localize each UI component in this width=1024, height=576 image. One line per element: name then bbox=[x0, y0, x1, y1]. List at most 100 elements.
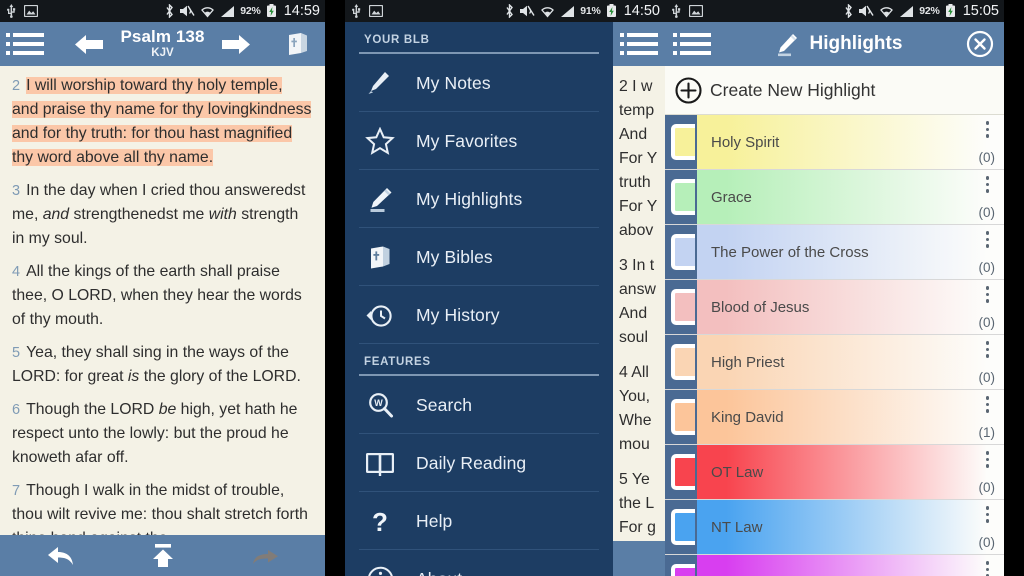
clock-3: 15:05 bbox=[962, 3, 999, 19]
sidebar-item-my-history[interactable]: My History bbox=[345, 286, 613, 344]
overflow-dots-icon[interactable] bbox=[985, 561, 989, 576]
highlight-swatch-inner bbox=[671, 564, 695, 576]
highlight-name: High Priest bbox=[711, 353, 785, 371]
verse-text: All the kings of the earth shall praise … bbox=[12, 263, 302, 328]
hamburger-icon[interactable] bbox=[620, 28, 658, 60]
next-chapter-button[interactable] bbox=[219, 30, 253, 58]
bible-version-label: KJV bbox=[151, 47, 174, 60]
overflow-dots-icon[interactable] bbox=[985, 341, 989, 358]
history-clock-icon bbox=[364, 299, 396, 331]
peek-verse-line: truth bbox=[619, 174, 651, 191]
back-button[interactable] bbox=[39, 539, 83, 573]
highlight-swatch-inner bbox=[671, 344, 695, 380]
clock-2: 14:50 bbox=[623, 3, 660, 19]
highlight-row[interactable]: The Power of the Cross (0) bbox=[665, 225, 1004, 280]
verse-list[interactable]: 2 I will worship toward thy holy temple,… bbox=[0, 66, 325, 535]
create-new-highlight-button[interactable]: Create New Highlight bbox=[665, 66, 1004, 115]
reader-bottom-toolbar bbox=[0, 535, 325, 576]
highlight-color-swatch bbox=[665, 390, 697, 444]
chapter-label-group[interactable]: Psalm 138 KJV bbox=[120, 28, 204, 60]
scroll-to-top-button[interactable] bbox=[141, 539, 185, 573]
verse-number: 5 bbox=[12, 345, 25, 361]
highlight-row[interactable]: King David (1) bbox=[665, 390, 1004, 445]
close-button[interactable] bbox=[964, 28, 996, 60]
overflow-dots-icon[interactable] bbox=[985, 286, 989, 303]
peek-verse-line: For Y bbox=[619, 198, 658, 215]
highlight-row[interactable]: NT Law (0) bbox=[665, 500, 1004, 555]
highlight-name: NT Law bbox=[711, 518, 763, 536]
mute-icon bbox=[180, 5, 195, 17]
highlight-row[interactable]: High Priest (0) bbox=[665, 335, 1004, 390]
verse[interactable]: 7 Though I walk in the midst of trouble,… bbox=[12, 479, 313, 535]
highlight-count: (0) bbox=[978, 205, 996, 220]
peek-verse-line: soul bbox=[619, 329, 648, 346]
bluetooth-icon bbox=[845, 4, 853, 18]
verse[interactable]: 6 Though the LORD be high, yet hath he r… bbox=[12, 398, 313, 470]
highlights-list[interactable]: Holy Spirit (0) Grace (0) The Power of the C… bbox=[665, 115, 1004, 576]
overflow-dots-icon[interactable] bbox=[985, 176, 989, 193]
verse[interactable]: 4 All the kings of the earth shall prais… bbox=[12, 260, 313, 332]
bluetooth-icon bbox=[506, 4, 514, 18]
status-bar-right-icons: 92% 14:59 bbox=[165, 3, 320, 19]
sidebar-item-my-favorites[interactable]: My Favorites bbox=[345, 112, 613, 170]
sidebar-item-search[interactable]: W Search bbox=[345, 376, 613, 434]
overflow-dots-icon[interactable] bbox=[985, 506, 989, 523]
prev-chapter-button[interactable] bbox=[72, 30, 106, 58]
highlight-color-swatch bbox=[665, 445, 697, 499]
hamburger-icon[interactable] bbox=[673, 28, 711, 60]
highlights-title-group: Highlights bbox=[719, 31, 956, 58]
screenshot-root: 92% 14:59 Psalm 138 KJV 2 I will worship… bbox=[0, 0, 1024, 576]
highlight-swatch-inner bbox=[671, 234, 695, 270]
overflow-dots-icon[interactable] bbox=[985, 121, 989, 138]
peek-verse-line: temp bbox=[619, 102, 655, 119]
peek-bottom-toolbar bbox=[613, 541, 665, 576]
sidebar-item-about[interactable]: About bbox=[345, 550, 613, 576]
overflow-dots-icon[interactable] bbox=[985, 451, 989, 468]
verse[interactable]: 5 Yea, they shall sing in the ways of th… bbox=[12, 341, 313, 389]
hamburger-icon[interactable] bbox=[6, 28, 44, 60]
highlight-row[interactable] bbox=[665, 555, 1004, 576]
status-bar-left-icons-3 bbox=[671, 4, 703, 18]
verse[interactable]: 2 I will worship toward thy holy temple,… bbox=[12, 74, 313, 170]
highlight-color-swatch bbox=[665, 335, 697, 389]
forward-arrow-icon bbox=[252, 549, 278, 564]
overflow-dots-icon[interactable] bbox=[985, 396, 989, 413]
sidebar-item-my-bibles[interactable]: My Bibles bbox=[345, 228, 613, 286]
signal-icon bbox=[221, 5, 235, 17]
sidebar-item-my-highlights[interactable]: My Highlights bbox=[345, 170, 613, 228]
highlight-row[interactable]: Grace (0) bbox=[665, 170, 1004, 225]
overflow-dots-icon[interactable] bbox=[985, 231, 989, 248]
verse[interactable]: 3 In the day when I cried thou answereds… bbox=[12, 179, 313, 251]
screenshot-icon bbox=[369, 5, 383, 17]
status-bar-right-icons-3: 92% 15:05 bbox=[844, 3, 999, 19]
peek-verse-line: the L bbox=[619, 495, 655, 512]
status-bar-3: 92% 15:05 bbox=[665, 0, 1004, 22]
usb-icon bbox=[672, 4, 681, 18]
sidebar-item-label: My Favorites bbox=[416, 130, 518, 151]
highlight-row[interactable]: Holy Spirit (0) bbox=[665, 115, 1004, 170]
bible-select-button[interactable] bbox=[281, 27, 315, 61]
highlight-row[interactable]: Blood of Jesus (0) bbox=[665, 280, 1004, 335]
highlight-row[interactable]: OT Law (0) bbox=[665, 445, 1004, 500]
verse-number: 3 bbox=[12, 183, 25, 199]
peek-verse-line: answ bbox=[619, 281, 656, 298]
peek-header bbox=[613, 22, 665, 66]
forward-button-disabled[interactable] bbox=[243, 539, 287, 573]
sidebar-item-my-notes[interactable]: My Notes bbox=[345, 54, 613, 112]
peek-verse-line bbox=[619, 350, 665, 361]
peek-verse-line: You, bbox=[619, 388, 651, 405]
wifi-icon bbox=[880, 6, 894, 18]
wifi-icon bbox=[201, 6, 215, 18]
highlight-swatch-inner bbox=[671, 289, 695, 325]
peek-verse-line: And bbox=[619, 126, 648, 143]
clock-1: 14:59 bbox=[283, 3, 320, 19]
sidebar-item-daily-reading[interactable]: Daily Reading bbox=[345, 434, 613, 492]
highlight-count: (1) bbox=[978, 425, 996, 440]
peek-verse-line: abov bbox=[619, 222, 654, 239]
highlight-swatch-inner bbox=[671, 454, 695, 490]
verse-text: Though I walk in the midst of trouble, t… bbox=[12, 482, 308, 535]
verse-text: is bbox=[127, 368, 140, 385]
mute-icon bbox=[859, 5, 874, 17]
sidebar-item-help[interactable]: ? Help bbox=[345, 492, 613, 550]
highlighter-pencil-icon bbox=[364, 183, 396, 215]
